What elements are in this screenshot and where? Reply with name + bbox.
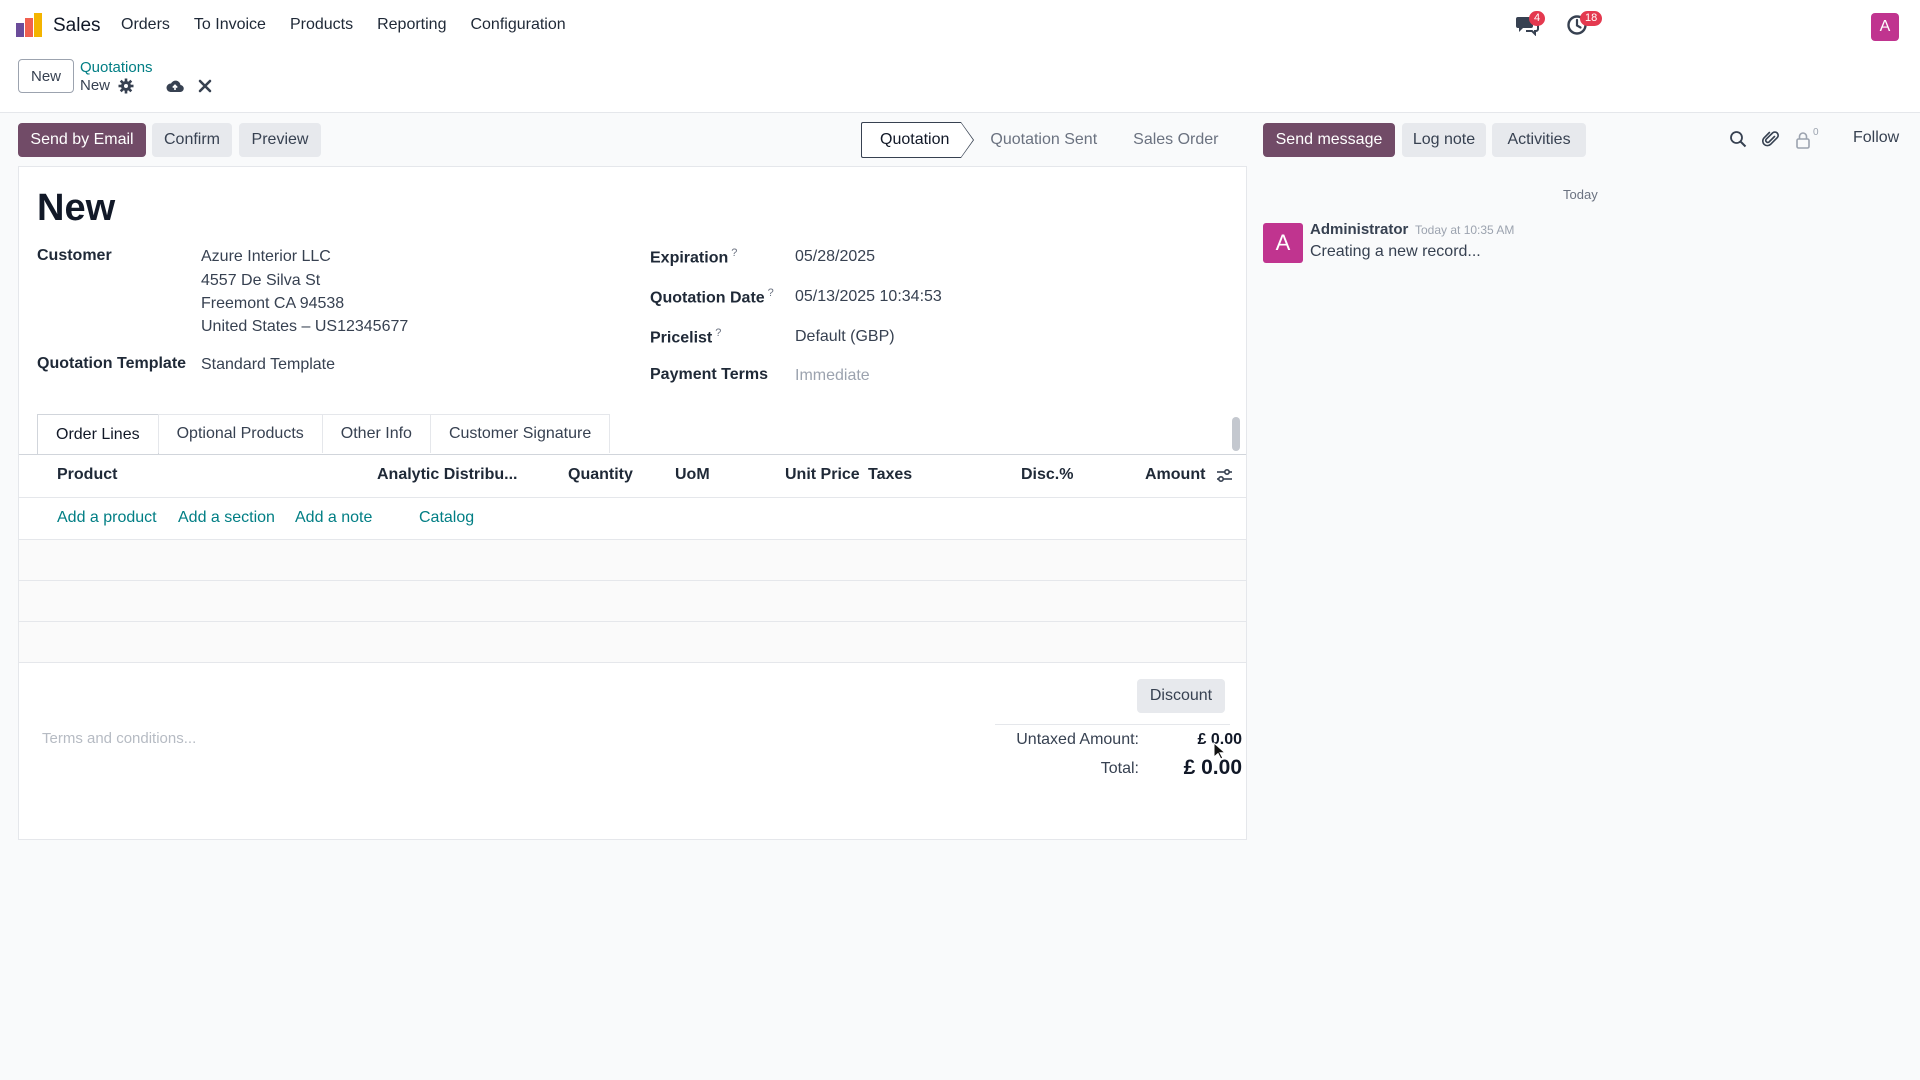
- tabs-divider: [19, 454, 1246, 455]
- add-note-link[interactable]: Add a note: [295, 509, 372, 527]
- status-bar: Quotation Quotation Sent Sales Order: [861, 122, 1237, 158]
- menu-products[interactable]: Products: [290, 16, 353, 34]
- empty-row: [19, 540, 1246, 580]
- expiration-field[interactable]: 05/28/2025: [795, 248, 875, 266]
- paperclip-icon[interactable]: [1762, 130, 1780, 148]
- quotation-date-field[interactable]: 05/13/2025 10:34:53: [795, 288, 942, 306]
- scrollbar-thumb[interactable]: [1232, 417, 1240, 451]
- column-taxes[interactable]: Taxes: [868, 466, 912, 484]
- help-icon[interactable]: ?: [715, 327, 721, 339]
- confirm-button[interactable]: Confirm: [152, 123, 232, 157]
- message-timestamp: Today at 10:35 AM: [1415, 223, 1515, 237]
- stage-quotation-sent[interactable]: Quotation Sent: [961, 123, 1115, 157]
- notebook-tabs: Order Lines Optional Products Other Info…: [37, 414, 611, 454]
- total-value: £ 0.00: [1183, 756, 1242, 779]
- tab-order-lines[interactable]: Order Lines: [37, 414, 159, 454]
- discard-close-icon[interactable]: [198, 79, 212, 93]
- tab-optional-products[interactable]: Optional Products: [157, 414, 323, 453]
- new-button[interactable]: New: [18, 59, 74, 93]
- optional-columns-toggle-icon[interactable]: [1216, 468, 1233, 483]
- message-body: Creating a new record...: [1310, 243, 1481, 260]
- column-quantity[interactable]: Quantity: [568, 466, 633, 484]
- search-icon[interactable]: [1729, 130, 1747, 148]
- customer-city: Freemont CA 94538: [201, 295, 345, 312]
- pricelist-field[interactable]: Default (GBP): [795, 328, 895, 346]
- row-divider: [19, 662, 1246, 663]
- follower-count: 0: [1813, 127, 1819, 138]
- tab-other-info[interactable]: Other Info: [321, 414, 431, 453]
- top-navbar: Sales Orders To Invoice Products Reporti…: [0, 0, 1920, 50]
- stage-quotation[interactable]: Quotation: [861, 122, 975, 158]
- preview-button[interactable]: Preview: [239, 123, 321, 157]
- chat-badge: 4: [1529, 11, 1546, 26]
- help-icon[interactable]: ?: [768, 287, 774, 299]
- menu-configuration[interactable]: Configuration: [470, 16, 565, 34]
- column-uom[interactable]: UoM: [675, 466, 710, 484]
- add-section-link[interactable]: Add a section: [178, 509, 275, 527]
- activity-badge: 18: [1580, 11, 1603, 26]
- header-divider: [19, 497, 1246, 498]
- gear-icon[interactable]: [118, 78, 134, 94]
- control-panel: New Quotations New: [0, 50, 1920, 113]
- total-label: Total:: [1100, 760, 1139, 777]
- menu-reporting[interactable]: Reporting: [377, 16, 446, 34]
- mouse-cursor-icon: [1213, 742, 1225, 760]
- customer-label: Customer: [37, 247, 112, 264]
- record-title: New: [37, 187, 116, 229]
- log-note-button[interactable]: Log note: [1402, 123, 1486, 157]
- app-name[interactable]: Sales: [53, 15, 101, 37]
- column-discount[interactable]: Disc.%: [1021, 466, 1073, 484]
- payment-terms-field[interactable]: Immediate: [795, 367, 870, 385]
- add-product-link[interactable]: Add a product: [57, 509, 157, 527]
- empty-row: [19, 581, 1246, 621]
- form-sheet: New Customer Azure Interior LLC 4557 De …: [18, 166, 1247, 840]
- follower-lock-icon[interactable]: [1795, 131, 1811, 149]
- discount-button[interactable]: Discount: [1137, 679, 1225, 713]
- pricelist-label: Pricelist?: [650, 327, 722, 347]
- catalog-link[interactable]: Catalog: [419, 509, 474, 527]
- main-menu: Orders To Invoice Products Reporting Con…: [121, 16, 566, 34]
- untaxed-amount-value: £ 0.00: [1197, 731, 1242, 748]
- save-cloud-icon[interactable]: [166, 78, 184, 94]
- user-avatar[interactable]: A: [1871, 13, 1899, 41]
- tab-customer-signature[interactable]: Customer Signature: [429, 414, 611, 453]
- terms-conditions-field[interactable]: Terms and conditions...: [42, 730, 196, 747]
- message-author[interactable]: Administrator: [1310, 221, 1408, 238]
- payment-terms-label: Payment Terms: [650, 366, 768, 383]
- untaxed-amount-label: Untaxed Amount:: [1016, 731, 1139, 748]
- column-amount[interactable]: Amount: [1145, 466, 1205, 484]
- activities-button[interactable]: Activities: [1492, 123, 1586, 157]
- customer-country-vat: United States – US12345677: [201, 318, 409, 335]
- stage-sales-order[interactable]: Sales Order: [1115, 123, 1236, 157]
- sales-app-icon[interactable]: [16, 13, 42, 37]
- menu-orders[interactable]: Orders: [121, 16, 170, 34]
- help-icon[interactable]: ?: [731, 247, 737, 259]
- menu-to-invoice[interactable]: To Invoice: [194, 16, 266, 34]
- column-unit-price[interactable]: Unit Price: [785, 466, 860, 484]
- totals-divider: [995, 724, 1230, 725]
- message-author-avatar[interactable]: A: [1263, 223, 1303, 263]
- empty-row: [19, 622, 1246, 662]
- follow-button[interactable]: Follow: [1853, 129, 1899, 147]
- column-analytic-distribution[interactable]: Analytic Distribu...: [377, 466, 517, 484]
- send-by-email-button[interactable]: Send by Email: [18, 123, 146, 157]
- customer-name[interactable]: Azure Interior LLC: [201, 248, 331, 266]
- breadcrumb-current: New: [80, 77, 111, 94]
- expiration-label: Expiration?: [650, 247, 738, 267]
- date-separator: Today: [1563, 187, 1598, 202]
- send-message-button[interactable]: Send message: [1263, 123, 1395, 157]
- quotation-date-label: Quotation Date?: [650, 287, 774, 307]
- quotation-template-label: Quotation Template: [37, 355, 187, 372]
- quotation-template-field[interactable]: Standard Template: [201, 356, 335, 374]
- breadcrumb-quotations[interactable]: Quotations: [80, 59, 153, 76]
- customer-street: 4557 De Silva St: [201, 272, 321, 289]
- column-product[interactable]: Product: [57, 466, 117, 484]
